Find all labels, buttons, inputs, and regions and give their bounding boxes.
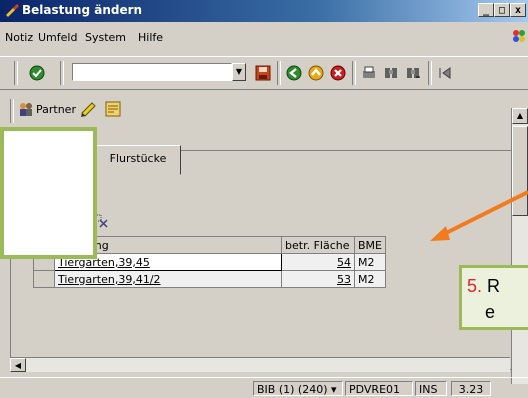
- save-icon[interactable]: [254, 64, 272, 82]
- menu-hilfe[interactable]: Hilfe: [138, 31, 163, 44]
- cell-area[interactable]: 54: [281, 253, 355, 271]
- white-callout-box: [0, 127, 97, 259]
- toolbar-grip: [10, 99, 14, 123]
- command-dropdown-button[interactable]: ▼: [232, 63, 246, 81]
- row-selector[interactable]: [33, 270, 55, 288]
- standard-toolbar: ▼: [0, 56, 528, 90]
- scroll-thumb[interactable]: [512, 126, 528, 216]
- toolbar-grip: [14, 61, 18, 85]
- horizontal-scrollbar[interactable]: ◀: [10, 357, 510, 372]
- step-number: 5.: [467, 276, 483, 296]
- maximize-button[interactable]: □: [494, 3, 510, 17]
- cell-unit: M2: [354, 253, 386, 271]
- scroll-up-button[interactable]: ▲: [512, 108, 528, 124]
- find-next-icon[interactable]: [404, 64, 422, 82]
- find-icon[interactable]: [382, 64, 400, 82]
- vertical-scrollbar[interactable]: ▲: [511, 108, 528, 384]
- cell-area[interactable]: 53: [281, 270, 355, 288]
- step-text-line1: R: [487, 276, 501, 296]
- cell-unit: M2: [354, 270, 386, 288]
- title-bar: Belastung ändern _ □ x: [0, 0, 528, 22]
- partner-button-label[interactable]: Partner: [36, 103, 76, 116]
- edit-note-icon[interactable]: [80, 101, 98, 117]
- step-text-line2: e: [485, 302, 496, 322]
- window-title: Belastung ändern: [22, 3, 143, 17]
- status-time: 3.23: [451, 381, 491, 396]
- status-system-label: BIB (1) (240): [257, 383, 328, 396]
- toolbar-separator: [277, 61, 281, 85]
- step-callout-box: 5. R e: [459, 265, 528, 330]
- status-system[interactable]: BIB (1) (240) ▾: [253, 381, 343, 396]
- toolbar-separator: [428, 61, 432, 85]
- sap-window-icon: [6, 4, 19, 17]
- cell-bezeichnung[interactable]: Tiergarten,39,41/2: [54, 270, 282, 288]
- menu-notiz[interactable]: Notiz: [5, 31, 33, 44]
- menu-umfeld[interactable]: Umfeld: [38, 31, 77, 44]
- document-map-icon[interactable]: [104, 100, 122, 118]
- menu-bar: Notiz Umfeld System Hilfe: [0, 30, 528, 49]
- command-field[interactable]: [72, 63, 232, 81]
- cancel-icon[interactable]: [329, 64, 347, 82]
- status-dropdown-icon[interactable]: ▾: [328, 383, 337, 396]
- print-icon[interactable]: [360, 64, 378, 82]
- column-header-unit[interactable]: BME: [354, 236, 386, 254]
- scroll-left-button[interactable]: ◀: [10, 358, 26, 372]
- check-icon[interactable]: [28, 64, 46, 82]
- close-button[interactable]: x: [510, 3, 526, 17]
- status-server: PDVRE01: [345, 381, 413, 396]
- partner-icon[interactable]: [18, 101, 34, 117]
- minimize-button[interactable]: _: [478, 3, 494, 17]
- exit-icon[interactable]: [307, 64, 325, 82]
- status-mode: INS: [415, 381, 447, 396]
- sap-logo-icon: [513, 30, 525, 42]
- column-header-area[interactable]: betr. Fläche: [281, 236, 355, 254]
- first-page-icon[interactable]: [436, 64, 454, 82]
- status-bar: BIB (1) (240) ▾ PDVRE01 INS 3.23: [0, 377, 528, 398]
- menu-system[interactable]: System: [85, 31, 126, 44]
- toolbar-separator: [352, 61, 356, 85]
- back-icon[interactable]: [285, 64, 303, 82]
- toolbar-separator: [60, 61, 64, 85]
- application-toolbar: Partner: [0, 95, 528, 123]
- table-row: Tiergarten,39,41/2 53 M2: [33, 270, 386, 288]
- tab-flurstuecke[interactable]: Flurstücke: [95, 145, 181, 175]
